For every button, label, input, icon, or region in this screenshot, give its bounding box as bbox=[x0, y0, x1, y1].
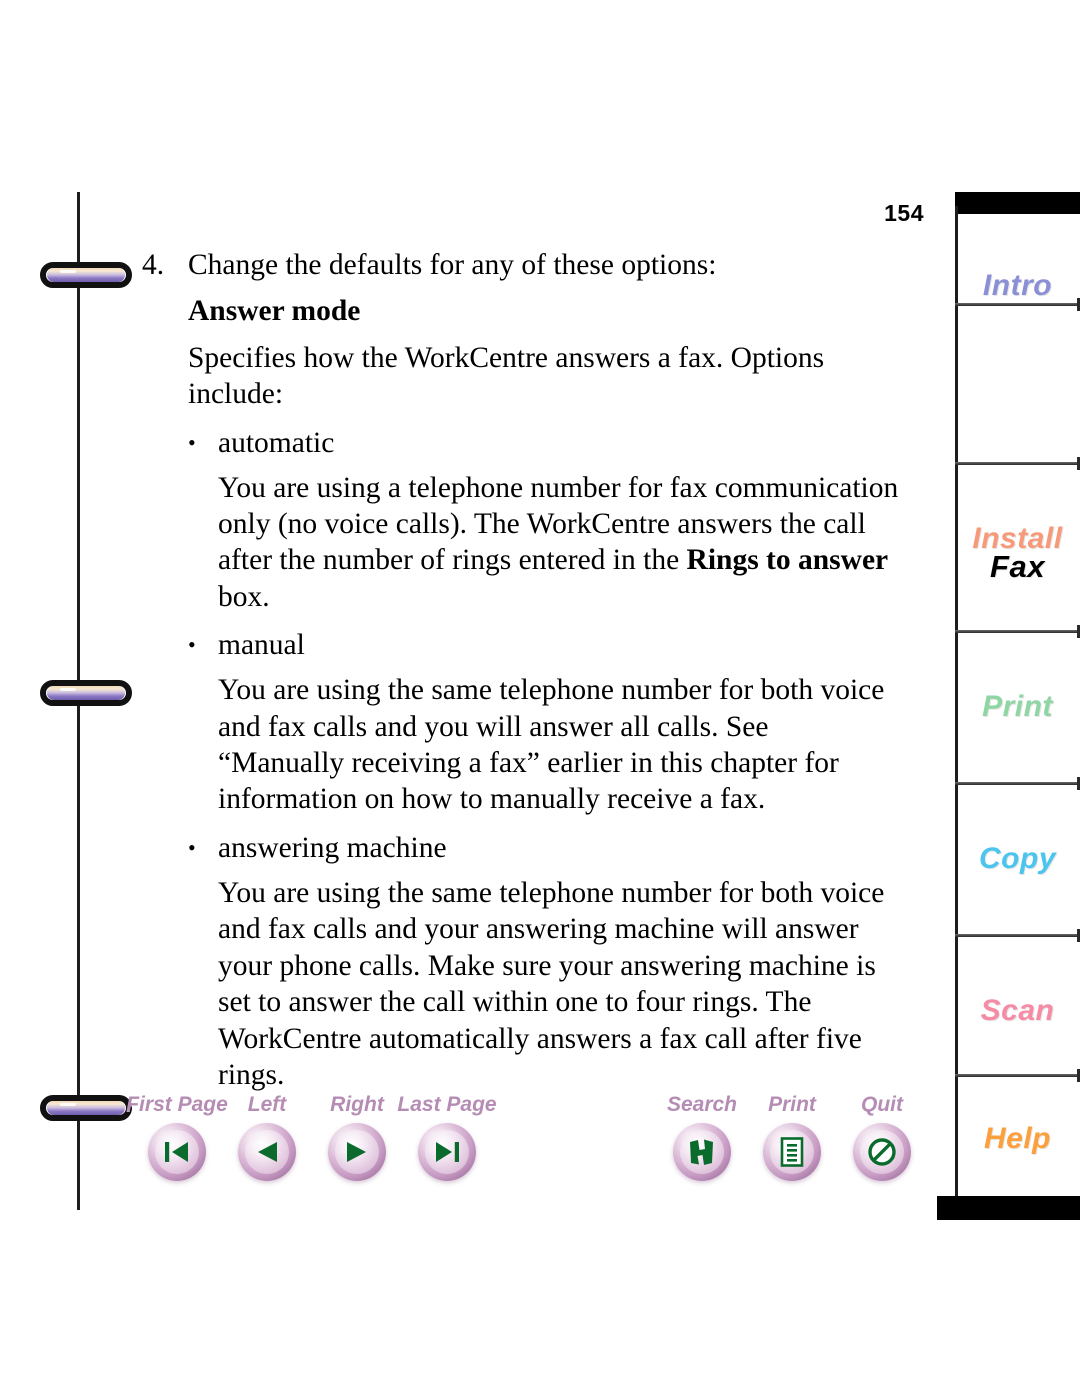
print-icon bbox=[780, 1137, 804, 1167]
last-page-icon bbox=[432, 1139, 462, 1165]
option-description-post: box. bbox=[218, 580, 270, 613]
navigation-bar: First Page Left Right Last Page Search P… bbox=[126, 1093, 922, 1198]
last-page-button[interactable] bbox=[418, 1123, 476, 1181]
tab-label-print: Print bbox=[982, 689, 1053, 723]
section-tab-strip: Intro Install Fax Print Copy Scan Help bbox=[930, 192, 1080, 1222]
tab-divider bbox=[955, 457, 1080, 470]
nav-label-print: Print bbox=[768, 1093, 816, 1116]
nav-label-search: Search bbox=[666, 1093, 738, 1116]
binder-ring bbox=[40, 1095, 132, 1121]
nav-item-print[interactable]: Print bbox=[747, 1093, 837, 1181]
option-label: manual bbox=[218, 629, 305, 662]
nav-item-right[interactable]: Right bbox=[312, 1093, 402, 1181]
option-description: You are using the same telephone number … bbox=[218, 875, 902, 1094]
next-page-button[interactable] bbox=[328, 1123, 386, 1181]
bullet-icon: • bbox=[188, 429, 196, 455]
option-label: answering machine bbox=[218, 831, 447, 864]
tab-divider bbox=[955, 298, 1080, 311]
option-description-pre: You are using the same telephone number … bbox=[218, 876, 885, 1091]
tab-intro[interactable]: Intro bbox=[955, 214, 1080, 357]
nav-label-first-page: First Page bbox=[126, 1093, 228, 1116]
tab-help[interactable]: Help bbox=[955, 1079, 1080, 1199]
binder-ring bbox=[40, 262, 132, 288]
tab-divider bbox=[955, 929, 1080, 942]
section-intro-paragraph: Specifies how the WorkCentre answers a f… bbox=[188, 341, 825, 411]
nav-item-last-page[interactable]: Last Page bbox=[397, 1093, 497, 1181]
tab-label-help: Help bbox=[983, 1122, 1051, 1155]
list-item: • manual bbox=[188, 628, 902, 664]
binder-ring-outline bbox=[40, 680, 132, 706]
step-text: Change the defaults for any of these opt… bbox=[188, 249, 717, 281]
option-description-pre: You are using the same telephone number … bbox=[218, 674, 885, 816]
list-item: • answering machine bbox=[188, 831, 902, 867]
nav-item-quit[interactable]: Quit bbox=[837, 1093, 927, 1181]
numbered-step: 4. Change the defaults for any of these … bbox=[142, 248, 902, 284]
tab-label-intro: Intro bbox=[982, 268, 1053, 302]
nav-item-left[interactable]: Left bbox=[222, 1093, 312, 1181]
next-page-icon bbox=[342, 1139, 372, 1165]
navigation-group-paging: First Page Left Right Last Page bbox=[126, 1093, 497, 1181]
tab-scan[interactable]: Scan bbox=[955, 939, 1080, 1082]
tab-divider bbox=[955, 1069, 1080, 1082]
binder-ring bbox=[40, 680, 132, 706]
option-description: You are using a telephone number for fax… bbox=[218, 470, 902, 616]
nav-item-search[interactable]: Search bbox=[657, 1093, 747, 1181]
print-button[interactable] bbox=[763, 1123, 821, 1181]
nav-label-left: Left bbox=[247, 1093, 287, 1116]
tab-label-copy: Copy bbox=[979, 841, 1056, 875]
search-icon bbox=[687, 1138, 717, 1166]
first-page-button[interactable] bbox=[148, 1123, 206, 1181]
binder-ring-outline bbox=[40, 1095, 132, 1121]
search-button[interactable] bbox=[673, 1123, 731, 1181]
binder-ring-outline bbox=[40, 262, 132, 288]
tab-label-scan: Scan bbox=[980, 993, 1055, 1027]
tab-copy[interactable]: Copy bbox=[955, 787, 1080, 930]
quit-button[interactable] bbox=[853, 1123, 911, 1181]
option-label: automatic bbox=[218, 426, 335, 459]
tab-divider bbox=[955, 777, 1080, 790]
navigation-group-tools: Search Print Quit bbox=[657, 1093, 927, 1181]
page-number: 154 bbox=[884, 200, 924, 226]
page-content: 4. Change the defaults for any of these … bbox=[142, 248, 902, 1093]
option-description: You are using the same telephone number … bbox=[218, 672, 902, 818]
tab-fax[interactable]: Fax bbox=[955, 517, 1080, 617]
quit-icon bbox=[867, 1137, 897, 1167]
tab-divider bbox=[955, 625, 1080, 638]
bullet-icon: • bbox=[188, 632, 196, 658]
previous-page-button[interactable] bbox=[238, 1123, 296, 1181]
tab-print[interactable]: Print bbox=[955, 635, 1080, 778]
nav-label-right: Right bbox=[330, 1093, 384, 1116]
section-heading: Answer mode bbox=[188, 294, 361, 327]
tab-label-fax: Fax bbox=[990, 549, 1045, 584]
step-number: 4. bbox=[142, 249, 165, 281]
tab-strip-bottom-bar bbox=[937, 1196, 1080, 1220]
bullet-icon: • bbox=[188, 834, 196, 860]
nav-label-last-page: Last Page bbox=[397, 1093, 497, 1116]
nav-label-quit: Quit bbox=[861, 1093, 903, 1116]
tab-strip-top-bar bbox=[955, 192, 1080, 214]
nav-item-first-page[interactable]: First Page bbox=[126, 1093, 228, 1181]
option-description-emphasis: Rings to answer bbox=[686, 544, 889, 577]
list-item: • automatic bbox=[188, 426, 902, 462]
previous-page-icon bbox=[252, 1139, 282, 1165]
first-page-icon bbox=[162, 1139, 192, 1165]
